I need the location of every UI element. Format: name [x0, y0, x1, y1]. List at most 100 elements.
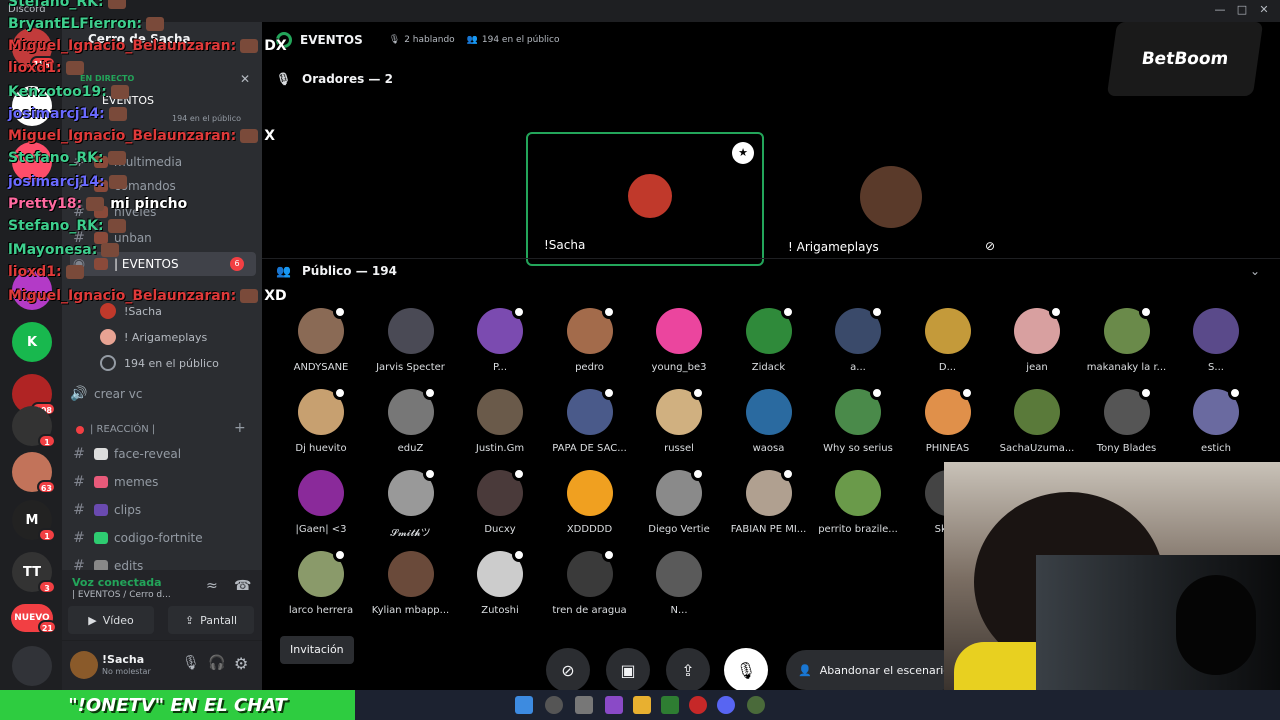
dismiss-icon[interactable]: ✕: [240, 72, 250, 86]
server-icon[interactable]: [12, 646, 52, 686]
server-icon[interactable]: 1: [12, 406, 56, 448]
minimize-icon[interactable]: —: [1210, 3, 1230, 19]
speaker-name: !Sacha: [536, 234, 594, 256]
audience-name: ANDYSANE: [293, 362, 349, 373]
mute-button[interactable]: ⊘: [546, 648, 590, 692]
speaker-card-sacha[interactable]: ★ !Sacha: [526, 132, 764, 266]
server-icon[interactable]: 63: [12, 452, 56, 494]
task-view-icon[interactable]: [575, 696, 593, 714]
audience-member[interactable]: Diego Vertie: [634, 467, 724, 550]
channel-text[interactable]: # clips: [70, 498, 256, 522]
audience-member[interactable]: Ducxy: [455, 467, 545, 550]
disconnect-icon[interactable]: ☎: [234, 578, 251, 594]
gear-icon[interactable]: ⚙: [234, 654, 248, 673]
screen-share-stage-button[interactable]: ⇪: [666, 648, 710, 692]
voice-location[interactable]: | EVENTOS / Cerro d...: [72, 590, 171, 600]
add-channel-icon[interactable]: +: [234, 420, 246, 436]
avatar: [477, 389, 523, 435]
stage-member[interactable]: ! Arigameplays: [100, 326, 207, 348]
chevron-down-icon[interactable]: ⌄: [1250, 264, 1260, 278]
audience-member[interactable]: Justin.Gm: [455, 389, 545, 469]
audience-member[interactable]: perrito brazile...: [813, 470, 903, 550]
voice-status[interactable]: Voz conectada: [72, 576, 162, 589]
headphones-icon[interactable]: 🎧: [208, 655, 225, 671]
chat-username: Pretty18:: [8, 196, 83, 212]
avatar: [835, 386, 884, 435]
audience-member[interactable]: SachaUzuma...: [992, 389, 1082, 469]
audience-member[interactable]: waosa: [724, 389, 814, 469]
audience-name: Justin.Gm: [475, 443, 525, 454]
audience-member[interactable]: Tony Blades: [1082, 386, 1172, 469]
audience-member[interactable]: |Gaen| <3: [276, 470, 366, 550]
audience-member[interactable]: young_be3: [634, 308, 724, 388]
discord-icon[interactable]: [717, 696, 735, 714]
server-icon[interactable]: TT 3: [12, 552, 56, 594]
audience-member[interactable]: 𝓢𝓶𝓲𝓽𝓱ツ: [366, 467, 456, 550]
noise-suppression-icon[interactable]: ≈: [206, 578, 218, 594]
app-icon[interactable]: [747, 696, 765, 714]
audience-member[interactable]: estich: [1171, 386, 1261, 469]
channel-text[interactable]: # codigo-fortnite: [70, 526, 256, 550]
windows-start-icon[interactable]: [515, 696, 533, 714]
audience-member[interactable]: FABIAN PE MI...: [724, 467, 814, 550]
audience-member[interactable]: Dj huevito: [276, 386, 366, 469]
audience-member[interactable]: Zutoshi: [455, 548, 545, 631]
browser-icon[interactable]: [689, 696, 707, 714]
invite-button[interactable]: Invitación: [280, 636, 354, 664]
audience-member[interactable]: XDDDDD: [545, 470, 635, 550]
close-icon[interactable]: ✕: [1254, 3, 1274, 19]
chat-message: Kenzotoo19:: [8, 84, 129, 100]
audience-member[interactable]: PAPÁ DE SAC...: [545, 386, 635, 469]
audience-member[interactable]: larco herrera: [276, 548, 366, 631]
audience-member[interactable]: PHINEAS: [903, 386, 993, 469]
status-icon: [422, 386, 437, 400]
server-icon[interactable]: K: [12, 322, 52, 362]
channel-text[interactable]: # face-reveal: [70, 442, 256, 466]
server-icon[interactable]: M1: [12, 500, 56, 542]
search-icon[interactable]: [545, 696, 563, 714]
speaking-count: 2 hablando: [404, 35, 455, 45]
audience-member[interactable]: D...: [903, 308, 993, 388]
app-icon[interactable]: [661, 696, 679, 714]
avatar: [656, 551, 702, 597]
status-icon: [870, 386, 884, 400]
audience-member[interactable]: makanaky la r...: [1082, 305, 1172, 388]
stage-audience-count[interactable]: 194 en el público: [100, 352, 219, 374]
leave-stage-button[interactable]: 👤 Abandonar el escenario: [786, 650, 963, 690]
audience-member[interactable]: ANDYSANE: [276, 305, 366, 388]
avatar[interactable]: [70, 651, 98, 679]
audience-member[interactable]: russel: [634, 386, 724, 469]
channel-label: | EVENTOS: [114, 257, 179, 271]
status-icon: [1138, 305, 1153, 319]
folder-icon[interactable]: [633, 696, 651, 714]
audience-member[interactable]: S...: [1171, 308, 1261, 388]
audience-member[interactable]: P...: [455, 305, 545, 388]
audience-member[interactable]: Why so serius: [813, 386, 903, 469]
audience-member[interactable]: Zidack: [724, 305, 814, 388]
video-button[interactable]: ▶ Vídeo: [68, 606, 154, 634]
request-speak-button[interactable]: 🎙: [724, 648, 768, 692]
audience-name: FABIAN PE MI...: [730, 524, 807, 535]
audience-member[interactable]: tren de aragua: [545, 548, 635, 631]
server-icon[interactable]: NUEVO 21: [11, 604, 57, 634]
audience-member[interactable]: a...: [813, 305, 903, 388]
audience-member[interactable]: Jarvis Specter: [366, 308, 456, 388]
people-icon: 👥: [276, 264, 291, 278]
microphone-icon[interactable]: 🎙: [182, 655, 200, 671]
app-icon[interactable]: [605, 696, 623, 714]
audience-member[interactable]: jean: [992, 305, 1082, 388]
screen-share-button[interactable]: ⇪ Pantall: [168, 606, 254, 634]
audience-member[interactable]: Kylian mbapp...: [366, 551, 456, 631]
red-dot-icon: [76, 425, 84, 434]
audience-member[interactable]: N...: [634, 551, 724, 631]
voice-channel[interactable]: 🔊 crear vc: [70, 382, 256, 406]
channel-text[interactable]: # memes: [70, 470, 256, 494]
promo-banner: "!ONETV" EN EL CHAT: [0, 690, 355, 720]
camera-off-button[interactable]: ▣: [606, 648, 650, 692]
maximize-icon[interactable]: □: [1232, 3, 1252, 19]
category-header[interactable]: | REACCIÓN |: [76, 424, 155, 435]
divider: [262, 258, 1280, 259]
audience-member[interactable]: eduZ: [366, 386, 456, 469]
speaker-card-arigameplays[interactable]: ⊘ ! Arigameplays: [772, 132, 1010, 266]
audience-member[interactable]: pedro: [545, 305, 635, 388]
